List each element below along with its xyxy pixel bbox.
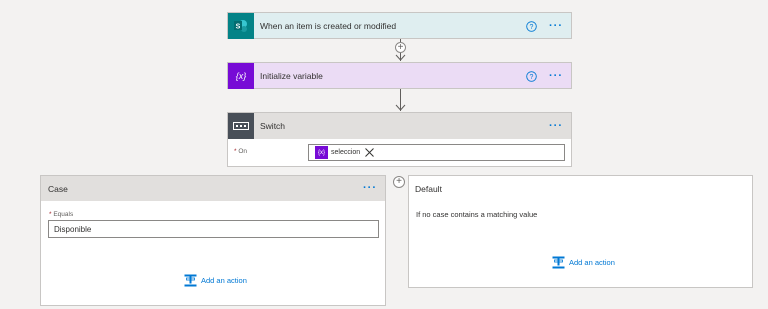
add-action-icon: [184, 274, 197, 287]
default-card[interactable]: Default If no case contains a matching v…: [408, 175, 753, 288]
switch-on-label: * On: [234, 148, 248, 155]
add-action-button[interactable]: Add an action: [552, 256, 615, 269]
equals-input[interactable]: Disponible: [48, 220, 379, 238]
variable-icon: {x}: [315, 146, 328, 159]
default-description: If no case contains a matching value: [416, 210, 538, 219]
variable-icon: {x}: [228, 63, 254, 89]
initialize-variable-title: Initialize variable: [260, 71, 323, 81]
insert-step-button[interactable]: +: [395, 42, 406, 53]
case-header[interactable]: Case ···: [41, 176, 385, 201]
equals-value: Disponible: [54, 224, 92, 234]
remove-token-icon[interactable]: [365, 148, 375, 157]
trigger-card[interactable]: S When an item is created or modified ? …: [227, 12, 572, 39]
add-case-button[interactable]: +: [393, 176, 405, 188]
case-card[interactable]: Case ··· * Equals Disponible Add an acti…: [40, 175, 386, 306]
add-action-button[interactable]: Add an action: [184, 274, 247, 287]
help-icon[interactable]: ?: [525, 70, 537, 82]
equals-label: * Equals: [49, 211, 74, 218]
more-options-icon[interactable]: ···: [549, 20, 563, 32]
help-icon[interactable]: ?: [525, 20, 537, 32]
more-options-icon[interactable]: ···: [549, 70, 563, 82]
more-options-icon[interactable]: ···: [363, 183, 377, 194]
default-title: Default: [415, 184, 442, 194]
dynamic-content-token[interactable]: {x} seleccion: [315, 146, 375, 159]
arrow-down-icon: [395, 54, 406, 61]
switch-icon: [228, 113, 254, 139]
switch-on-input[interactable]: {x} seleccion: [308, 144, 565, 161]
svg-text:?: ?: [529, 24, 533, 31]
sharepoint-icon: S: [228, 13, 254, 39]
case-title: Case: [48, 183, 68, 194]
more-options-icon[interactable]: ···: [549, 120, 563, 132]
add-action-icon: [552, 256, 565, 269]
token-label: seleccion: [331, 149, 361, 156]
switch-title: Switch: [260, 121, 286, 131]
svg-text:?: ?: [529, 74, 533, 81]
trigger-title: When an item is created or modified: [260, 21, 397, 31]
switch-card[interactable]: Switch ··· * On {x} seleccion: [227, 112, 572, 167]
arrow-down-icon: [395, 104, 406, 111]
initialize-variable-card[interactable]: {x} Initialize variable ? ···: [227, 62, 572, 89]
svg-text:S: S: [236, 24, 241, 31]
